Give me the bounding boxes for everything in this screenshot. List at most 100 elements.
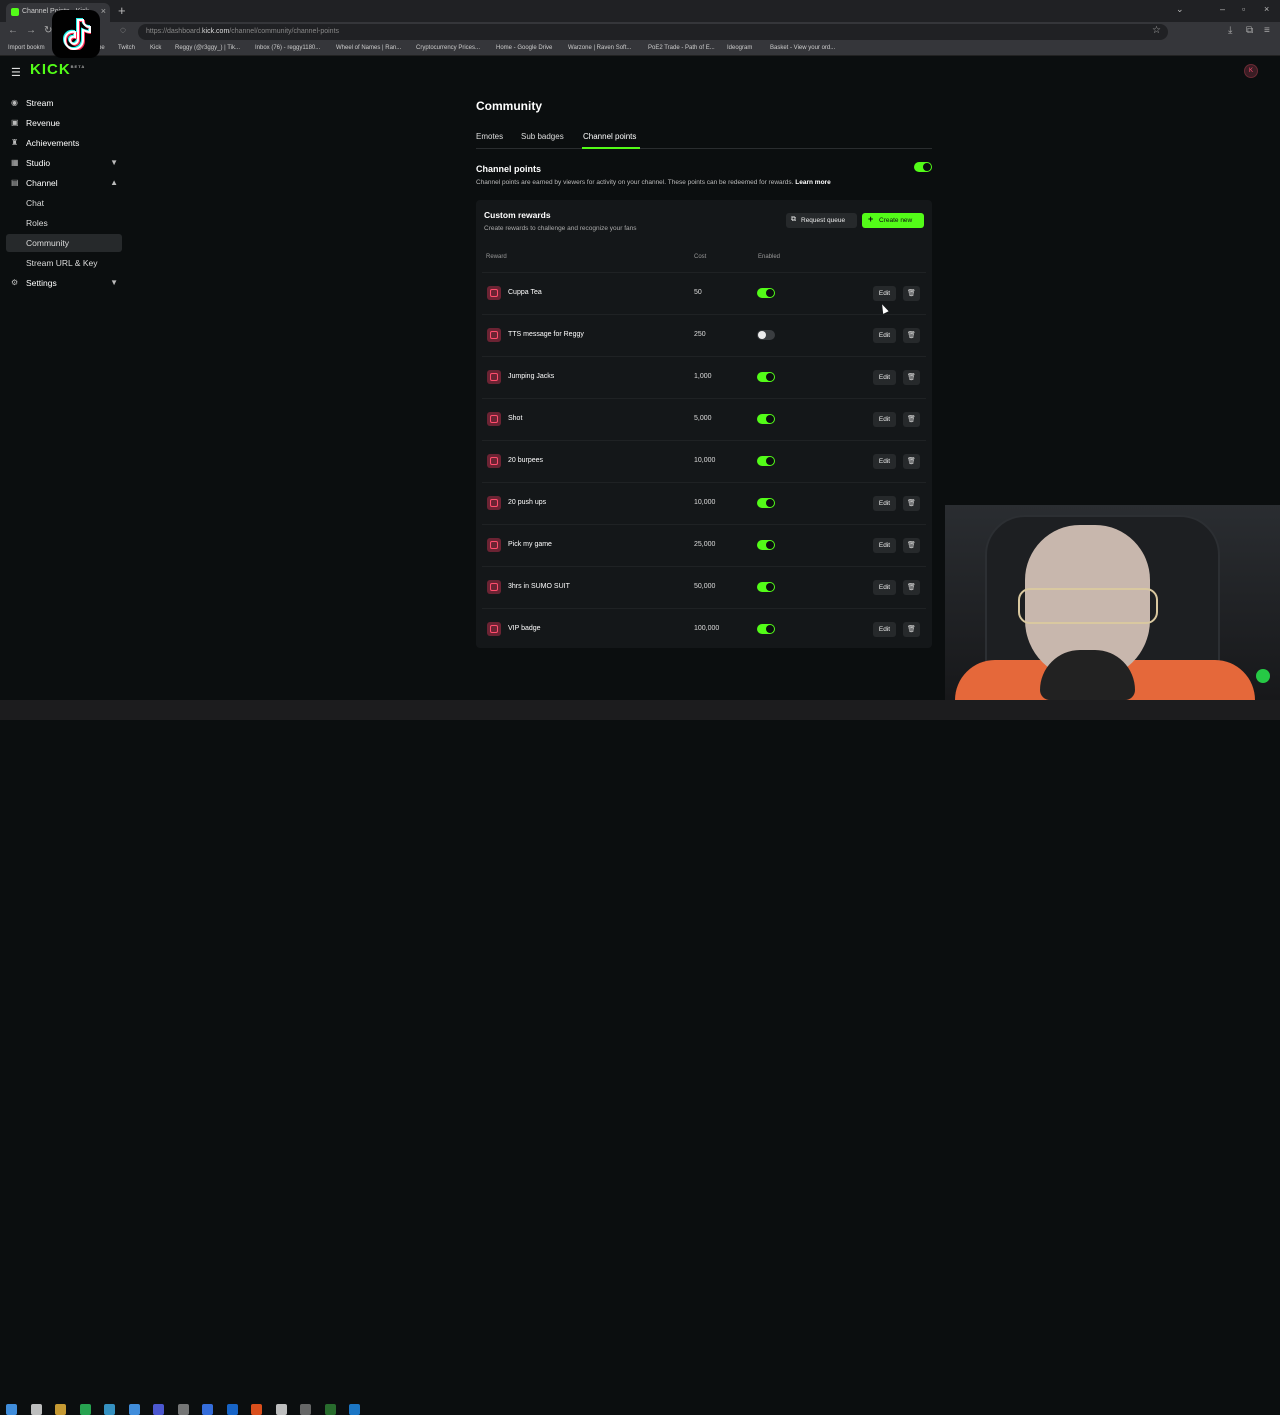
reward-enabled-toggle[interactable]: [757, 498, 775, 508]
sidebar-item-revenue[interactable]: ▣ Revenue: [6, 114, 122, 132]
edit-button[interactable]: Edit: [873, 370, 896, 385]
close-window-icon[interactable]: ×: [1264, 4, 1269, 14]
xbox-app-icon[interactable]: [324, 1404, 336, 1415]
bookmark-item[interactable]: Twitch: [118, 45, 135, 51]
edit-button[interactable]: Edit: [873, 622, 896, 637]
minimize-icon[interactable]: –: [1220, 4, 1225, 14]
bookmark-item[interactable]: Basket - View your ord...: [770, 45, 835, 51]
reward-enabled-toggle[interactable]: [757, 414, 775, 424]
downloads-icon[interactable]: ⤓: [1228, 25, 1232, 36]
hamburger-menu-icon[interactable]: ☰: [11, 66, 21, 79]
tab-search-icon[interactable]: ⌄: [1176, 4, 1184, 15]
menu-icon[interactable]: ≡: [1264, 25, 1270, 36]
bookmark-item[interactable]: Warzone | Raven Soft...: [568, 45, 631, 51]
delete-button[interactable]: 🗑: [903, 412, 920, 427]
tab-close-icon[interactable]: ×: [101, 6, 106, 16]
tab-sub-badges[interactable]: Sub badges: [521, 132, 564, 141]
bookmark-item[interactable]: Home - Google Drive: [496, 45, 552, 51]
avatar[interactable]: K: [1244, 64, 1258, 78]
sidebar-item-label: Settings: [26, 278, 57, 288]
reward-icon: [487, 622, 501, 636]
vpn-icon[interactable]: [226, 1404, 238, 1415]
reward-name: Pick my game: [508, 541, 552, 548]
bookmark-item[interactable]: Ideogram: [727, 45, 752, 51]
browser-icon[interactable]: [349, 1404, 360, 1415]
sidebar-item-channel[interactable]: ▤ Channel ▲: [6, 174, 122, 192]
discord-icon[interactable]: [153, 1404, 164, 1415]
request-queue-button[interactable]: ⧉ Request queue: [786, 213, 857, 228]
chat-bubble-icon[interactable]: [1256, 669, 1270, 683]
sidebar-item-stream-url-key[interactable]: Stream URL & Key: [6, 254, 122, 272]
app-icon[interactable]: [300, 1404, 311, 1415]
reward-enabled-toggle[interactable]: [757, 372, 775, 382]
bookmark-item[interactable]: Wheel of Names | Ran...: [336, 45, 401, 51]
delete-button[interactable]: 🗑: [903, 286, 920, 301]
firefox-icon[interactable]: [251, 1404, 262, 1415]
edit-button[interactable]: Edit: [873, 496, 896, 511]
search-icon[interactable]: [30, 1404, 42, 1415]
edit-button[interactable]: Edit: [873, 328, 896, 343]
settings-icon[interactable]: [177, 1404, 189, 1415]
learn-more-link[interactable]: Learn more: [795, 179, 830, 186]
sidebar-item-stream[interactable]: ◉ Stream: [6, 94, 122, 112]
sidebar-item-achievements[interactable]: ♜ Achievements: [6, 134, 122, 152]
sidebar-item-roles[interactable]: Roles: [6, 214, 122, 232]
windows-start-icon[interactable]: [6, 1404, 17, 1415]
file-explorer-icon[interactable]: [55, 1404, 66, 1415]
reward-enabled-toggle[interactable]: [757, 582, 775, 592]
chevron-down-icon: ▼: [110, 278, 118, 287]
reward-enabled-toggle[interactable]: [757, 456, 775, 466]
delete-button[interactable]: 🗑: [903, 328, 920, 343]
sidebar-item-settings[interactable]: ⚙ Settings ▼: [6, 274, 122, 292]
delete-button[interactable]: 🗑: [903, 370, 920, 385]
page-title: Community: [476, 99, 542, 113]
channel-points-toggle[interactable]: [914, 162, 932, 172]
forward-icon[interactable]: →: [26, 25, 36, 36]
delete-button[interactable]: 🗑: [903, 538, 920, 553]
sidebar-item-community[interactable]: Community: [6, 234, 122, 252]
row-divider: [482, 272, 926, 273]
custom-rewards-title: Custom rewards: [484, 210, 551, 220]
trash-icon: 🗑: [907, 290, 916, 297]
steam-icon[interactable]: [202, 1404, 213, 1415]
reward-enabled-toggle[interactable]: [757, 330, 775, 340]
tab-channel-points[interactable]: Channel points: [583, 132, 636, 141]
sidebar-item-chat[interactable]: Chat: [6, 194, 122, 212]
reward-enabled-toggle[interactable]: [757, 288, 775, 298]
bookmark-item[interactable]: Import bookm: [8, 45, 45, 51]
edit-button[interactable]: Edit: [873, 454, 896, 469]
back-icon[interactable]: ←: [8, 25, 18, 36]
tab-emotes[interactable]: Emotes: [476, 132, 503, 141]
stream-icon: ◉: [11, 98, 18, 107]
bookmark-item[interactable]: PoE2 Trade - Path of E...: [648, 45, 715, 51]
create-new-button[interactable]: + Create new: [862, 213, 924, 228]
reward-name: TTS message for Reggy: [508, 331, 584, 338]
edit-button[interactable]: Edit: [873, 286, 896, 301]
delete-button[interactable]: 🗑: [903, 622, 920, 637]
new-tab-icon[interactable]: +: [118, 3, 126, 18]
bookmark-item[interactable]: Inbox (76) - reggy1180...: [255, 45, 320, 51]
edit-button[interactable]: Edit: [873, 412, 896, 427]
reward-enabled-toggle[interactable]: [757, 540, 775, 550]
extensions-icon[interactable]: ⧉: [1246, 25, 1253, 36]
bookmark-item[interactable]: Cryptocurrency Prices...: [416, 45, 480, 51]
bookmark-star-icon[interactable]: ☆: [1152, 25, 1161, 36]
shield-icon[interactable]: ◌: [120, 25, 126, 36]
chrome-icon[interactable]: [275, 1404, 287, 1415]
delete-button[interactable]: 🗑: [903, 454, 920, 469]
monitor-icon[interactable]: [128, 1404, 140, 1415]
bookmark-item[interactable]: Kick: [150, 45, 161, 51]
gear-icon: ⚙: [11, 278, 19, 287]
reward-enabled-toggle[interactable]: [757, 624, 775, 634]
url-input[interactable]: https://dashboard.kick.com/channel/commu…: [138, 24, 1168, 40]
maximize-icon[interactable]: ▫: [1242, 4, 1245, 14]
sidebar-item-studio[interactable]: ▦ Studio ▼: [6, 154, 122, 172]
bookmark-item[interactable]: Reggy (@r3ggy_) | Tik...: [175, 45, 240, 51]
delete-button[interactable]: 🗑: [903, 580, 920, 595]
delete-button[interactable]: 🗑: [903, 496, 920, 511]
xbox-icon[interactable]: [79, 1404, 91, 1415]
edge-icon[interactable]: [104, 1404, 115, 1415]
edit-button[interactable]: Edit: [873, 580, 896, 595]
edit-button[interactable]: Edit: [873, 538, 896, 553]
kick-logo[interactable]: KICKBETA: [30, 61, 85, 78]
